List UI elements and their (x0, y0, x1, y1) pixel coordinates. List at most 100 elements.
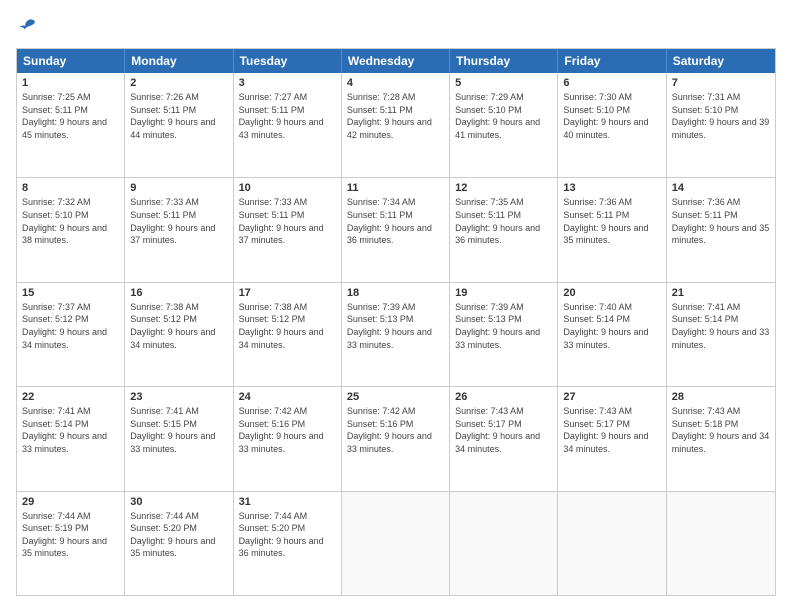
calendar-cell: 14 Sunrise: 7:36 AMSunset: 5:11 PMDayligh… (667, 178, 775, 281)
day-number: 12 (455, 182, 552, 194)
day-info: Sunrise: 7:26 AMSunset: 5:11 PMDaylight:… (130, 91, 227, 141)
calendar-cell: 30 Sunrise: 7:44 AMSunset: 5:20 PMDayligh… (125, 492, 233, 595)
calendar-row: 1Sunrise: 7:25 AMSunset: 5:11 PMDaylight… (17, 73, 775, 177)
header-day-monday: Monday (125, 49, 233, 73)
day-info: Sunrise: 7:28 AMSunset: 5:11 PMDaylight:… (347, 91, 444, 141)
day-number: 30 (130, 496, 227, 508)
calendar-cell: 25 Sunrise: 7:42 AMSunset: 5:16 PMDayligh… (342, 387, 450, 490)
day-number: 13 (563, 182, 660, 194)
header-day-saturday: Saturday (667, 49, 775, 73)
day-number: 8 (22, 182, 119, 194)
day-info: Sunrise: 7:33 AMSunset: 5:11 PMDaylight:… (239, 196, 336, 246)
day-info: Sunrise: 7:43 AMSunset: 5:17 PMDaylight:… (563, 405, 660, 455)
calendar: SundayMondayTuesdayWednesdayThursdayFrid… (16, 48, 776, 596)
day-number: 25 (347, 391, 444, 403)
header-day-tuesday: Tuesday (234, 49, 342, 73)
calendar-cell: 21 Sunrise: 7:41 AMSunset: 5:14 PMDayligh… (667, 283, 775, 386)
day-number: 18 (347, 287, 444, 299)
day-info: Sunrise: 7:44 AMSunset: 5:20 PMDaylight:… (130, 510, 227, 560)
day-number: 31 (239, 496, 336, 508)
day-number: 4 (347, 77, 444, 89)
calendar-cell: 3Sunrise: 7:27 AMSunset: 5:11 PMDaylight… (234, 73, 342, 177)
day-number: 17 (239, 287, 336, 299)
calendar-cell: 5 Sunrise: 7:29 AMSunset: 5:10 PMDaylight… (450, 73, 558, 177)
day-info: Sunrise: 7:41 AMSunset: 5:15 PMDaylight:… (130, 405, 227, 455)
day-info: Sunrise: 7:42 AMSunset: 5:16 PMDaylight:… (347, 405, 444, 455)
day-number: 5 (455, 77, 552, 89)
calendar-cell: 11 Sunrise: 7:34 AMSunset: 5:11 PMDayligh… (342, 178, 450, 281)
day-info: Sunrise: 7:41 AMSunset: 5:14 PMDaylight:… (672, 301, 770, 351)
day-number: 29 (22, 496, 119, 508)
calendar-cell: 18 Sunrise: 7:39 AMSunset: 5:13 PMDayligh… (342, 283, 450, 386)
calendar-cell: 9Sunrise: 7:33 AMSunset: 5:11 PMDaylight… (125, 178, 233, 281)
day-info: Sunrise: 7:44 AMSunset: 5:19 PMDaylight:… (22, 510, 119, 560)
calendar-body: 1Sunrise: 7:25 AMSunset: 5:11 PMDaylight… (17, 73, 775, 595)
day-info: Sunrise: 7:36 AMSunset: 5:11 PMDaylight:… (672, 196, 770, 246)
calendar-row: 22Sunrise: 7:41 AMSunset: 5:14 PMDayligh… (17, 386, 775, 490)
day-number: 21 (672, 287, 770, 299)
day-number: 11 (347, 182, 444, 194)
calendar-cell: 7Sunrise: 7:31 AMSunset: 5:10 PMDaylight… (667, 73, 775, 177)
calendar-cell (450, 492, 558, 595)
day-info: Sunrise: 7:40 AMSunset: 5:14 PMDaylight:… (563, 301, 660, 351)
calendar-cell: 1Sunrise: 7:25 AMSunset: 5:11 PMDaylight… (17, 73, 125, 177)
day-number: 6 (563, 77, 660, 89)
calendar-cell: 10Sunrise: 7:33 AMSunset: 5:11 PMDayligh… (234, 178, 342, 281)
calendar-cell (558, 492, 666, 595)
day-info: Sunrise: 7:32 AMSunset: 5:10 PMDaylight:… (22, 196, 119, 246)
day-number: 16 (130, 287, 227, 299)
page-header (16, 16, 776, 36)
calendar-header: SundayMondayTuesdayWednesdayThursdayFrid… (17, 49, 775, 73)
day-number: 28 (672, 391, 770, 403)
header-day-friday: Friday (558, 49, 666, 73)
calendar-cell: 8 Sunrise: 7:32 AMSunset: 5:10 PMDaylight… (17, 178, 125, 281)
calendar-cell: 22Sunrise: 7:41 AMSunset: 5:14 PMDayligh… (17, 387, 125, 490)
day-info: Sunrise: 7:29 AMSunset: 5:10 PMDaylight:… (455, 91, 552, 141)
day-info: Sunrise: 7:43 AMSunset: 5:17 PMDaylight:… (455, 405, 552, 455)
day-number: 23 (130, 391, 227, 403)
header-day-sunday: Sunday (17, 49, 125, 73)
day-info: Sunrise: 7:41 AMSunset: 5:14 PMDaylight:… (22, 405, 119, 455)
calendar-cell: 26 Sunrise: 7:43 AMSunset: 5:17 PMDayligh… (450, 387, 558, 490)
calendar-cell: 27Sunrise: 7:43 AMSunset: 5:17 PMDayligh… (558, 387, 666, 490)
calendar-cell: 13Sunrise: 7:36 AMSunset: 5:11 PMDayligh… (558, 178, 666, 281)
calendar-cell: 29 Sunrise: 7:44 AMSunset: 5:19 PMDayligh… (17, 492, 125, 595)
calendar-cell (342, 492, 450, 595)
day-number: 7 (672, 77, 770, 89)
day-info: Sunrise: 7:39 AMSunset: 5:13 PMDaylight:… (455, 301, 552, 351)
day-info: Sunrise: 7:35 AMSunset: 5:11 PMDaylight:… (455, 196, 552, 246)
day-info: Sunrise: 7:34 AMSunset: 5:11 PMDaylight:… (347, 196, 444, 246)
calendar-page: SundayMondayTuesdayWednesdayThursdayFrid… (0, 0, 792, 612)
calendar-cell: 20 Sunrise: 7:40 AMSunset: 5:14 PMDayligh… (558, 283, 666, 386)
day-info: Sunrise: 7:37 AMSunset: 5:12 PMDaylight:… (22, 301, 119, 351)
calendar-cell: 24 Sunrise: 7:42 AMSunset: 5:16 PMDayligh… (234, 387, 342, 490)
day-number: 20 (563, 287, 660, 299)
day-number: 19 (455, 287, 552, 299)
calendar-row: 15 Sunrise: 7:37 AMSunset: 5:12 PMDayligh… (17, 282, 775, 386)
day-info: Sunrise: 7:42 AMSunset: 5:16 PMDaylight:… (239, 405, 336, 455)
calendar-cell: 17Sunrise: 7:38 AMSunset: 5:12 PMDayligh… (234, 283, 342, 386)
day-info: Sunrise: 7:38 AMSunset: 5:12 PMDaylight:… (130, 301, 227, 351)
calendar-cell: 6 Sunrise: 7:30 AMSunset: 5:10 PMDaylight… (558, 73, 666, 177)
calendar-cell: 4 Sunrise: 7:28 AMSunset: 5:11 PMDaylight… (342, 73, 450, 177)
day-number: 14 (672, 182, 770, 194)
logo (16, 16, 38, 36)
calendar-cell: 12 Sunrise: 7:35 AMSunset: 5:11 PMDayligh… (450, 178, 558, 281)
day-info: Sunrise: 7:27 AMSunset: 5:11 PMDaylight:… (239, 91, 336, 141)
day-info: Sunrise: 7:25 AMSunset: 5:11 PMDaylight:… (22, 91, 119, 141)
day-info: Sunrise: 7:39 AMSunset: 5:13 PMDaylight:… (347, 301, 444, 351)
day-number: 24 (239, 391, 336, 403)
header-day-wednesday: Wednesday (342, 49, 450, 73)
day-info: Sunrise: 7:30 AMSunset: 5:10 PMDaylight:… (563, 91, 660, 141)
calendar-cell: 31Sunrise: 7:44 AMSunset: 5:20 PMDayligh… (234, 492, 342, 595)
calendar-row: 29 Sunrise: 7:44 AMSunset: 5:19 PMDayligh… (17, 491, 775, 595)
day-info: Sunrise: 7:33 AMSunset: 5:11 PMDaylight:… (130, 196, 227, 246)
calendar-cell: 28Sunrise: 7:43 AMSunset: 5:18 PMDayligh… (667, 387, 775, 490)
day-number: 26 (455, 391, 552, 403)
calendar-cell: 16 Sunrise: 7:38 AMSunset: 5:12 PMDayligh… (125, 283, 233, 386)
header-day-thursday: Thursday (450, 49, 558, 73)
logo-bird-icon (18, 16, 38, 36)
calendar-cell: 19 Sunrise: 7:39 AMSunset: 5:13 PMDayligh… (450, 283, 558, 386)
day-number: 15 (22, 287, 119, 299)
calendar-cell: 15 Sunrise: 7:37 AMSunset: 5:12 PMDayligh… (17, 283, 125, 386)
